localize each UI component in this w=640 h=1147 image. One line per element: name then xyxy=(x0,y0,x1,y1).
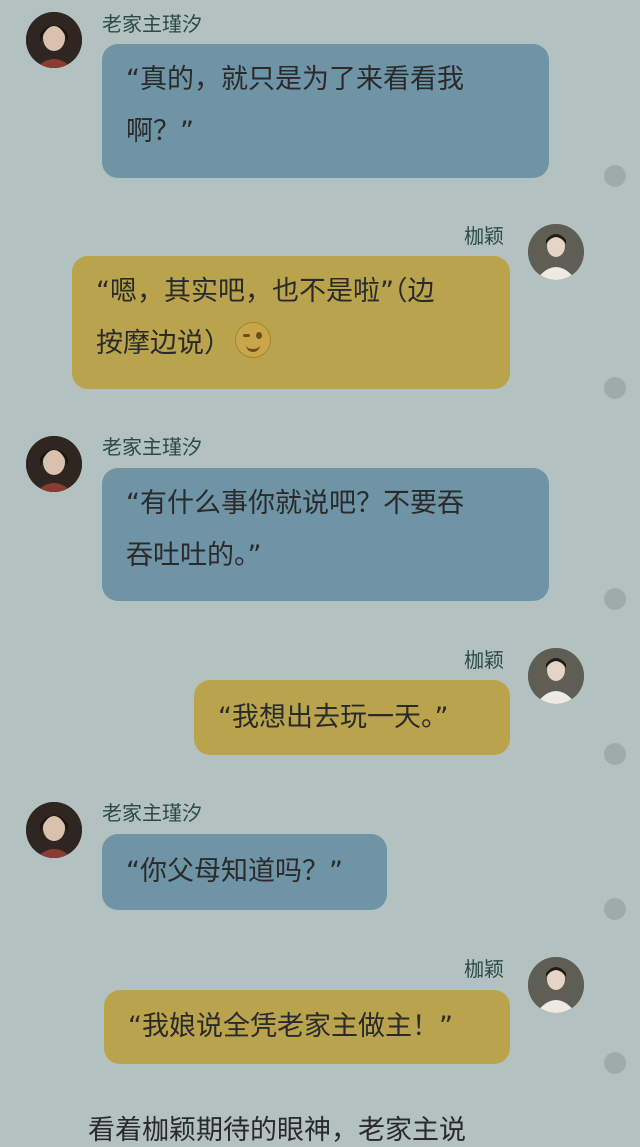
avatar-laojiazhu[interactable] xyxy=(26,436,82,492)
message-bubble[interactable]: “我想出去玩一天。” xyxy=(194,680,510,755)
message-bubble[interactable]: “真的，就只是为了来看看我 啊？” xyxy=(102,44,549,178)
message-line: “真的，就只是为了来看看我 xyxy=(126,64,464,95)
sender-name: 老家主瑾汐 xyxy=(102,801,202,825)
message-line: 吞吐吐的。” xyxy=(126,540,262,571)
status-dot xyxy=(604,1052,626,1074)
message-line: “有什么事你就说吧？不要吞 xyxy=(126,488,464,519)
message-line: “你父母知道吗？” xyxy=(126,856,343,887)
avatar-laojiazhu[interactable] xyxy=(26,12,82,68)
status-dot xyxy=(604,165,626,187)
message-bubble[interactable]: “有什么事你就说吧？不要吞 吞吐吐的。” xyxy=(102,468,549,601)
sender-name: 枷颖 xyxy=(464,957,504,981)
sender-name: 老家主瑾汐 xyxy=(102,435,202,459)
status-dot xyxy=(604,898,626,920)
avatar-laojiazhu[interactable] xyxy=(26,802,82,858)
sender-name: 枷颖 xyxy=(464,648,504,672)
status-dot xyxy=(604,588,626,610)
sender-name: 老家主瑾汐 xyxy=(102,12,202,36)
avatar-jiaying[interactable] xyxy=(528,957,584,1013)
message-bubble[interactable]: “你父母知道吗？” xyxy=(102,834,387,910)
message-line: 按摩边说） xyxy=(96,328,231,359)
message-bubble[interactable]: “我娘说全凭老家主做主！” xyxy=(104,990,510,1064)
winking-face-icon xyxy=(235,322,271,358)
status-dot xyxy=(604,377,626,399)
narration-text: 看着枷颖期待的眼神，老家主说 xyxy=(88,1115,466,1146)
message-line: “嗯，其实吧，也不是啦”（边 xyxy=(96,276,435,307)
message-bubble[interactable]: “嗯，其实吧，也不是啦”（边 按摩边说） xyxy=(72,256,510,389)
message-line: “我娘说全凭老家主做主！” xyxy=(128,1011,453,1042)
avatar-jiaying[interactable] xyxy=(528,224,584,280)
message-line: 啊？” xyxy=(126,116,194,147)
status-dot xyxy=(604,743,626,765)
avatar-jiaying[interactable] xyxy=(528,648,584,704)
sender-name: 枷颖 xyxy=(464,224,504,248)
message-line: “我想出去玩一天。” xyxy=(218,702,449,733)
